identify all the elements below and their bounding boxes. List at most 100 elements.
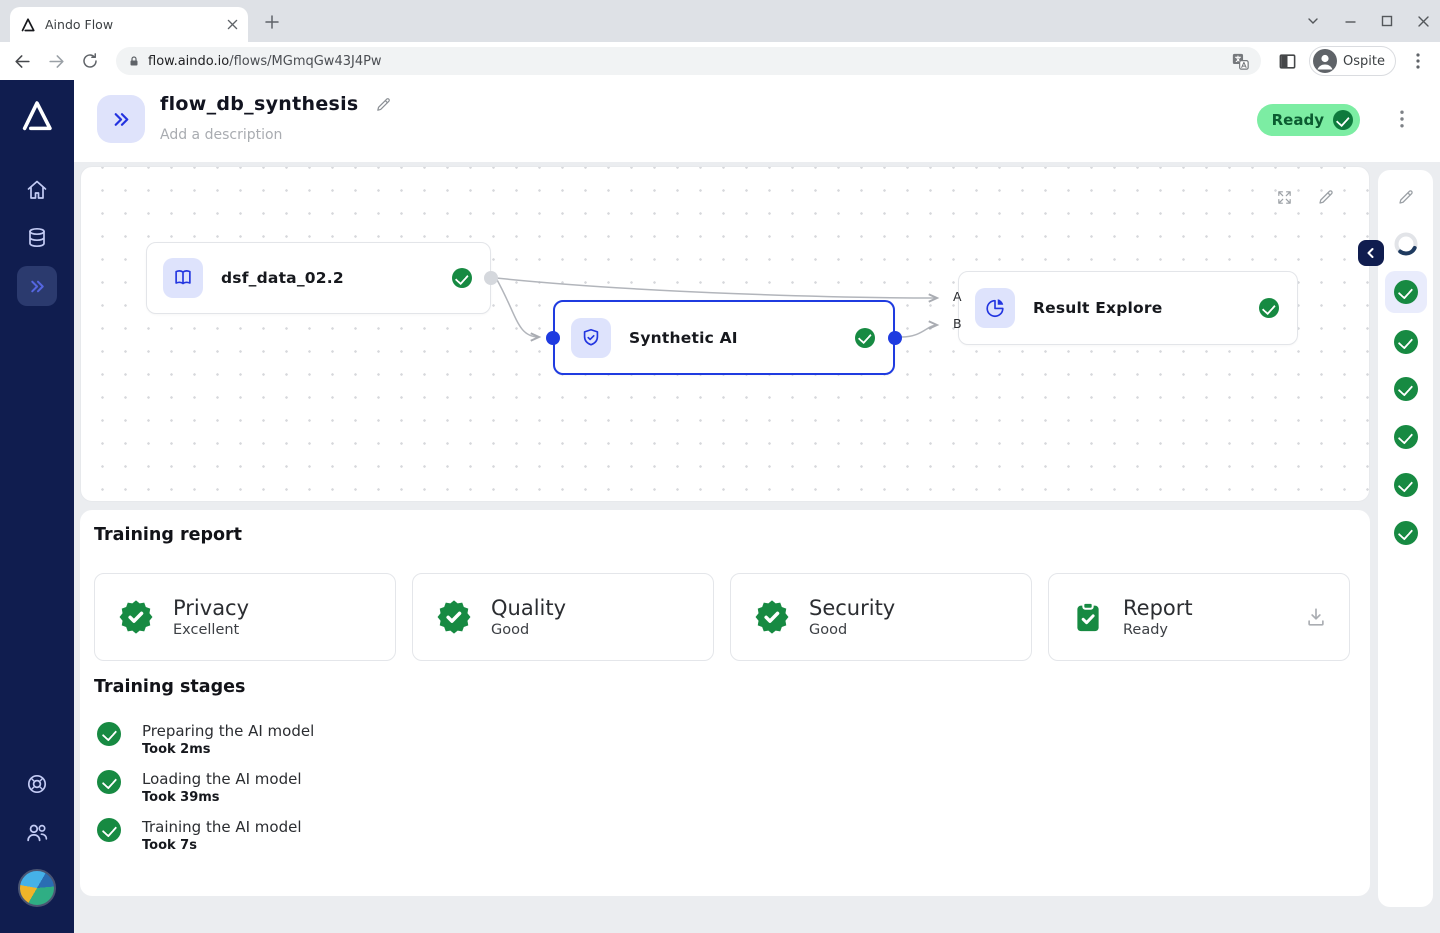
card-value: Good [491,622,566,638]
flow-title: flow_db_synthesis [160,93,359,115]
sidebar-item-flows[interactable] [17,266,57,306]
output-port[interactable] [888,331,902,345]
collapse-rail-button[interactable] [1358,240,1384,266]
users-icon[interactable] [25,820,50,845]
seal-check-icon [435,598,473,636]
seal-check-icon [117,598,155,636]
stage-check-icon [97,722,121,746]
report-card-security[interactable]: Security Good [730,573,1032,661]
stage-label: Preparing the AI model [142,722,314,740]
rail-edit-icon[interactable] [1397,188,1415,206]
node-label: Result Explore [1033,299,1162,317]
status-badge: Ready [1257,104,1360,136]
flow-type-icon[interactable] [97,95,145,143]
canvas-edit-icon[interactable] [1317,188,1335,206]
tab-title: Aindo Flow [45,17,218,32]
card-value: Ready [1123,622,1193,638]
workspace-avatar[interactable] [18,869,56,907]
stage-check-icon [97,770,121,794]
description-placeholder[interactable]: Add a description [160,127,282,143]
flow-canvas[interactable]: dsf_data_02.2 Synthetic AI [80,166,1370,502]
url-text: flow.aindo.io/flows/MGmqGw43J4Pw [148,54,382,69]
input-b-label: B [953,316,962,331]
translate-icon[interactable] [1232,53,1249,70]
rail-step-check-icon[interactable] [1394,473,1418,497]
tab-strip: Aindo Flow [0,0,1440,42]
node-label: Synthetic AI [629,329,738,347]
stage-label: Training the AI model [142,818,302,836]
flow-header: flow_db_synthesis Add a description Read… [74,80,1440,162]
app-sidebar [0,80,74,933]
book-icon [163,258,203,298]
report-card-privacy[interactable]: Privacy Excellent [94,573,396,661]
node-synthetic-ai[interactable]: Synthetic AI [553,300,895,375]
input-a-label: A [953,289,962,304]
card-title: Security [809,596,895,620]
report-card-quality[interactable]: Quality Good [412,573,714,661]
sidebar-item-datasets[interactable] [25,226,49,250]
stage-duration: Took 2ms [142,742,314,757]
browser-tab[interactable]: Aindo Flow [10,7,248,42]
rail-step-check-icon[interactable] [1394,377,1418,401]
status-check-icon [1333,110,1353,130]
node-label: dsf_data_02.2 [221,269,344,287]
tab-close-icon[interactable] [227,19,238,30]
sidebar-item-home[interactable] [25,178,49,202]
seal-check-icon [753,598,791,636]
profile-name: Ospite [1343,54,1385,69]
url-bar[interactable]: flow.aindo.io/flows/MGmqGw43J4Pw [116,47,1261,75]
new-tab-button[interactable] [258,8,286,36]
clipboard-check-icon [1071,600,1105,634]
shield-check-icon [571,318,611,358]
node-complete-icon [855,328,875,348]
stage-check-icon [97,818,121,842]
fit-view-icon[interactable] [1276,189,1293,206]
card-title: Quality [491,596,566,620]
node-complete-icon [452,268,472,288]
node-result-explore[interactable]: Result Explore [958,271,1298,345]
steps-rail [1378,170,1433,907]
stage-duration: Took 39ms [142,790,302,805]
window-close-icon[interactable] [1417,15,1430,28]
rail-step-check-icon[interactable] [1394,425,1418,449]
flow-menu-icon[interactable] [1400,110,1404,128]
side-panel-icon[interactable] [1275,49,1299,73]
progress-ring-icon[interactable] [1393,231,1419,257]
stage-row: Training the AI model Took 7s [97,818,302,853]
training-report-panel: Training report Privacy Excellent Qualit… [80,510,1370,896]
back-icon[interactable] [10,49,34,73]
stage-label: Loading the AI model [142,770,302,788]
avatar-icon [1313,49,1337,73]
step-check-icon [1394,280,1418,304]
card-value: Good [809,622,895,638]
browser-toolbar: flow.aindo.io/flows/MGmqGw43J4Pw Ospite [0,42,1440,80]
rail-step-check-icon[interactable] [1394,330,1418,354]
report-card-report[interactable]: Report Ready [1048,573,1350,661]
aindo-favicon-icon [20,17,36,33]
node-dataset[interactable]: dsf_data_02.2 [146,242,491,314]
lock-icon [128,55,140,68]
rail-step-selected[interactable] [1385,271,1427,313]
window-minimize-icon[interactable] [1344,15,1357,28]
stage-duration: Took 7s [142,838,302,853]
window-chevron-icon[interactable] [1306,14,1320,28]
support-icon[interactable] [25,772,49,796]
status-label: Ready [1272,111,1324,129]
node-complete-icon [1259,298,1279,318]
aindo-logo-icon [19,98,55,134]
rail-step-check-icon[interactable] [1394,521,1418,545]
pie-chart-icon [975,288,1015,328]
forward-icon[interactable] [44,49,68,73]
download-report-icon[interactable] [1305,606,1327,628]
training-report-heading: Training report [94,525,242,545]
profile-chip[interactable]: Ospite [1309,46,1396,76]
app-window: flow_db_synthesis Add a description Read… [0,80,1440,933]
output-port[interactable] [484,271,498,285]
card-title: Report [1123,596,1193,620]
edit-title-icon[interactable] [375,96,392,113]
window-maximize-icon[interactable] [1381,15,1393,27]
content-area: dsf_data_02.2 Synthetic AI [74,162,1440,933]
reload-icon[interactable] [78,49,102,73]
browser-menu-icon[interactable] [1406,49,1430,73]
input-port[interactable] [546,331,560,345]
